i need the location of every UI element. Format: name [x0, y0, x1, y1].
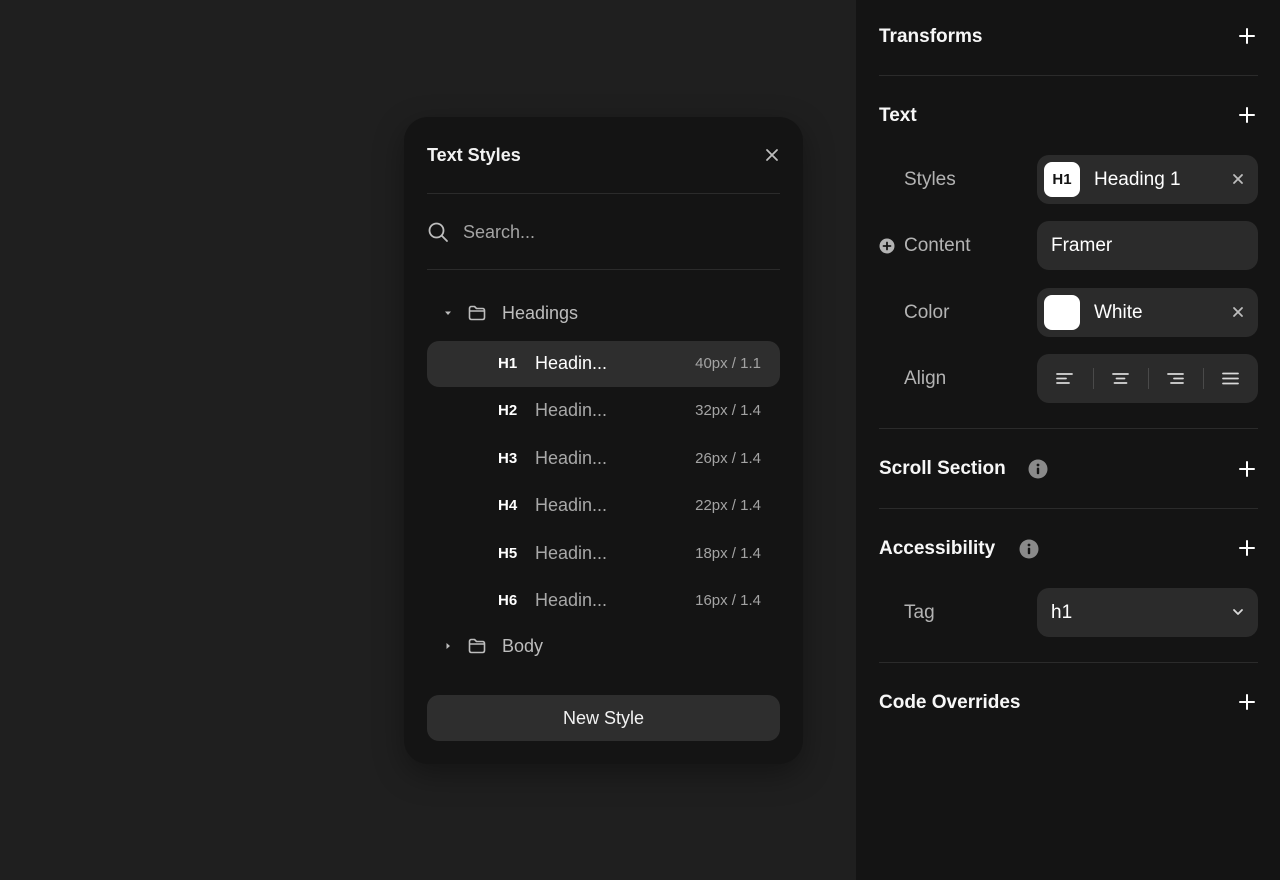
color-label: Color	[904, 302, 950, 323]
section-title-scroll-section: Scroll Section	[879, 458, 1006, 479]
content-value: Framer	[1051, 235, 1113, 256]
style-tag: H1	[498, 355, 518, 372]
plus-icon[interactable]	[1238, 460, 1256, 478]
caret-down-icon[interactable]	[443, 308, 453, 318]
caret-right-icon[interactable]	[443, 641, 453, 651]
styles-label: Styles	[904, 169, 956, 190]
section-title-code-overrides: Code Overrides	[879, 692, 1021, 713]
folder-icon	[468, 638, 486, 654]
folder-label: Headings	[502, 303, 579, 323]
style-name: Headin...	[535, 448, 608, 468]
style-tag: H3	[498, 450, 518, 467]
popup-title: Text Styles	[427, 145, 521, 165]
search-row	[427, 194, 780, 270]
style-meta: 40px / 1.1	[695, 355, 761, 372]
plus-icon[interactable]	[1238, 106, 1256, 124]
popup-header: Text Styles	[427, 117, 780, 194]
info-icon[interactable]	[1019, 539, 1039, 559]
style-tag: H2	[498, 402, 518, 419]
style-row-h5[interactable]: H5 Headin... 18px / 1.4	[427, 531, 780, 577]
style-meta: 22px / 1.4	[695, 497, 761, 514]
align-center-icon[interactable]	[1110, 368, 1131, 389]
style-row-h6[interactable]: H6 Headin... 16px / 1.4	[427, 578, 780, 624]
folder-label: Body	[502, 636, 544, 656]
content-field[interactable]: Framer	[1037, 221, 1258, 270]
plus-icon[interactable]	[1238, 539, 1256, 557]
folder-icon	[468, 305, 486, 321]
close-icon[interactable]	[1232, 173, 1244, 185]
content-label: Content	[904, 235, 971, 256]
style-tag: H4	[498, 497, 518, 514]
style-badge: H1	[1044, 162, 1080, 197]
style-tag: H6	[498, 592, 518, 609]
info-icon[interactable]	[1028, 459, 1048, 479]
style-meta: 16px / 1.4	[695, 592, 761, 609]
divider	[1093, 368, 1094, 389]
section-title-transforms: Transforms	[879, 26, 983, 47]
style-name: Headin...	[535, 353, 608, 373]
align-justify-icon[interactable]	[1220, 368, 1241, 389]
folder-headings[interactable]: Headings	[427, 293, 780, 337]
folder-body[interactable]: Body	[427, 626, 780, 670]
tag-value: h1	[1051, 602, 1073, 623]
properties-panel: Transforms Text Styles H1 Heading 1 Cont…	[856, 0, 1280, 880]
new-style-button[interactable]: New Style	[427, 695, 780, 741]
style-row-h1[interactable]: H1 Headin... 40px / 1.1	[427, 341, 780, 387]
search-input[interactable]	[461, 216, 765, 248]
styles-field[interactable]: H1 Heading 1	[1037, 155, 1258, 204]
divider	[879, 75, 1258, 76]
style-name: Headin...	[535, 495, 608, 515]
align-segmented-control	[1037, 354, 1258, 403]
style-meta: 26px / 1.4	[695, 450, 761, 467]
tag-label: Tag	[904, 602, 935, 623]
close-icon[interactable]	[764, 147, 780, 163]
text-styles-popup: Text Styles Headings H1 Headin... 40px /…	[404, 117, 803, 764]
divider	[879, 428, 1258, 429]
search-icon	[428, 222, 448, 242]
chevron-down-icon	[1233, 609, 1243, 615]
styles-value: Heading 1	[1094, 169, 1181, 190]
style-name: Headin...	[535, 590, 608, 610]
section-title-text: Text	[879, 105, 917, 126]
style-row-h4[interactable]: H4 Headin... 22px / 1.4	[427, 483, 780, 529]
color-field[interactable]: White	[1037, 288, 1258, 337]
style-name: Headin...	[535, 400, 608, 420]
divider	[879, 662, 1258, 663]
style-meta: 32px / 1.4	[695, 402, 761, 419]
color-value: White	[1094, 302, 1143, 323]
style-row-h2[interactable]: H2 Headin... 32px / 1.4	[427, 388, 780, 434]
style-name: Headin...	[535, 543, 608, 563]
close-icon[interactable]	[1232, 306, 1244, 318]
tag-select[interactable]: h1	[1037, 588, 1258, 637]
section-title-accessibility: Accessibility	[879, 538, 996, 559]
style-row-h3[interactable]: H3 Headin... 26px / 1.4	[427, 436, 780, 482]
style-meta: 18px / 1.4	[695, 545, 761, 562]
divider	[1148, 368, 1149, 389]
align-left-icon[interactable]	[1054, 368, 1075, 389]
divider	[879, 508, 1258, 509]
color-swatch[interactable]	[1044, 295, 1080, 330]
style-tag: H5	[498, 545, 518, 562]
align-right-icon[interactable]	[1165, 368, 1186, 389]
align-label: Align	[904, 368, 947, 389]
plus-icon[interactable]	[1238, 693, 1256, 711]
divider	[1203, 368, 1204, 389]
plus-icon[interactable]	[1238, 27, 1256, 45]
add-circle-icon[interactable]	[879, 238, 895, 254]
